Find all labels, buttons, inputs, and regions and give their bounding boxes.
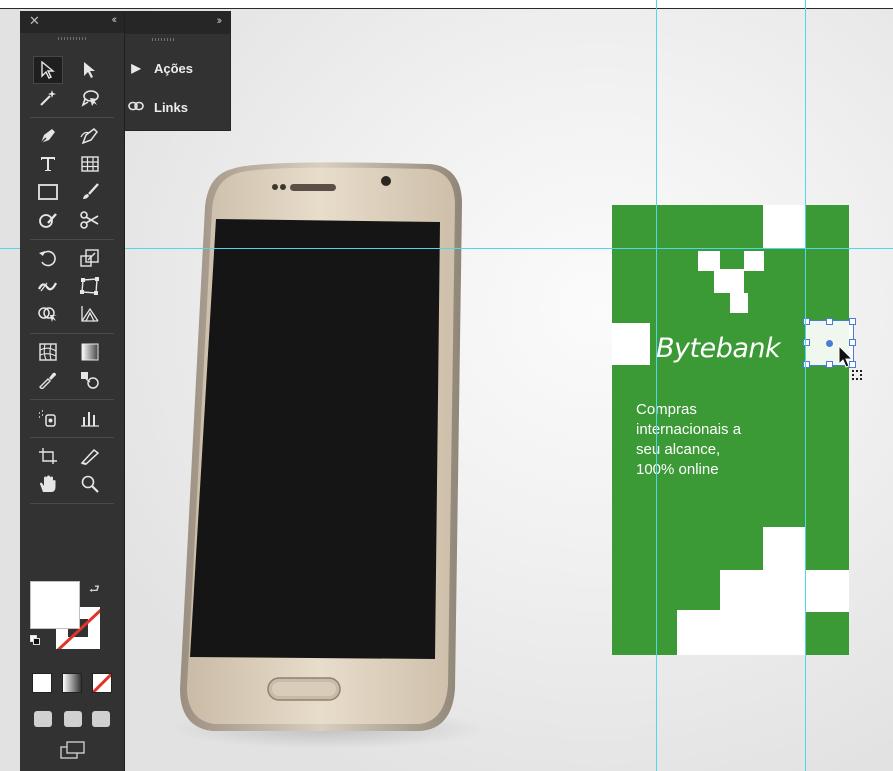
default-colors-icon[interactable]	[30, 635, 40, 645]
actions-links-panel: ›› ▶ Ações Links	[123, 11, 231, 131]
separator	[30, 437, 114, 438]
tools-panel-header[interactable]: ✕ ‹‹	[20, 11, 124, 33]
resize-handle[interactable]	[849, 318, 856, 325]
separator	[30, 503, 114, 504]
type-tool-icon[interactable]	[34, 151, 62, 177]
panel-grip[interactable]	[152, 38, 174, 41]
width-tool-icon[interactable]	[34, 273, 62, 299]
panel-item-actions[interactable]: ▶ Ações	[124, 53, 230, 83]
collapse-panel-icon[interactable]: ‹‹	[112, 14, 118, 26]
logo-mark	[714, 269, 744, 293]
scissors-tool-icon[interactable]	[76, 207, 104, 233]
horizontal-guide[interactable]	[0, 248, 893, 249]
panel-header[interactable]: ››	[124, 12, 230, 41]
symbol-sprayer-tool-icon[interactable]	[34, 405, 62, 431]
swap-fill-stroke-icon[interactable]: ⮐	[89, 580, 100, 601]
draw-inside-icon[interactable]	[92, 711, 110, 727]
gradient-mode-button[interactable]	[62, 673, 82, 693]
rectangle-tool-icon[interactable]	[34, 179, 62, 205]
hand-tool-icon[interactable]	[34, 471, 62, 497]
resize-handle[interactable]	[826, 361, 833, 368]
table-grid-tool-icon[interactable]	[76, 151, 104, 177]
separator	[30, 399, 114, 400]
tools-panel: ✕ ‹‹ ⮐	[20, 11, 125, 771]
move-indicator-icon	[852, 370, 862, 380]
artboard-tool-icon[interactable]	[34, 443, 62, 469]
separator	[30, 239, 114, 240]
pixel-block	[806, 570, 849, 612]
free-transform-tool-icon[interactable]	[76, 273, 104, 299]
selection-tool-icon[interactable]	[33, 56, 63, 84]
curvature-tool-icon[interactable]	[76, 123, 104, 149]
play-triangle-icon: ▶	[131, 61, 141, 75]
tagline-line: seu alcance,	[636, 441, 721, 458]
zoom-tool-icon[interactable]	[76, 471, 104, 497]
pixel-block	[612, 323, 650, 365]
center-point	[826, 340, 833, 347]
lasso-tool-icon[interactable]	[76, 85, 104, 111]
magic-wand-tool-icon[interactable]	[34, 85, 62, 111]
pixel-block	[720, 570, 763, 655]
tagline: Compras internacionais a seu alcance, 10…	[636, 400, 806, 480]
shape-builder-tool-icon[interactable]	[34, 301, 62, 327]
logo-mark	[730, 293, 748, 313]
shaper-tool-icon[interactable]	[34, 207, 62, 233]
pixel-block	[763, 205, 805, 248]
screen-mode-icon[interactable]	[60, 741, 86, 759]
pen-tool-icon[interactable]	[34, 123, 62, 149]
bytebank-artboard[interactable]: Bytebank Compras internacionais a seu al…	[612, 205, 849, 655]
resize-handle[interactable]	[826, 318, 833, 325]
separator	[30, 333, 114, 334]
none-mode-button[interactable]	[92, 673, 112, 693]
draw-normal-icon[interactable]	[34, 711, 52, 727]
perspective-grid-tool-icon[interactable]	[76, 301, 104, 327]
scale-tool-icon[interactable]	[76, 245, 104, 271]
mesh-tool-icon[interactable]	[34, 339, 62, 365]
tagline-line: Compras	[636, 401, 697, 418]
window-top-bar	[0, 0, 893, 9]
pixel-block	[763, 527, 806, 655]
tagline-line: 100% online	[636, 461, 719, 478]
slice-tool-icon[interactable]	[76, 443, 104, 469]
direct-selection-tool-icon[interactable]	[76, 57, 104, 83]
tagline-line: internacionais a	[636, 421, 742, 438]
pixel-block	[677, 610, 720, 655]
gradient-tool-icon[interactable]	[76, 339, 104, 365]
draw-behind-icon[interactable]	[64, 711, 82, 727]
paintbrush-tool-icon[interactable]	[76, 179, 104, 205]
blend-tool-icon[interactable]	[76, 367, 104, 393]
separator	[30, 117, 114, 118]
brand-name: Bytebank	[656, 333, 781, 364]
column-graph-tool-icon[interactable]	[76, 405, 104, 431]
logo-mark	[698, 251, 720, 271]
rotate-tool-icon[interactable]	[34, 245, 62, 271]
panel-item-links[interactable]: Links	[124, 92, 230, 122]
vertical-guide[interactable]	[656, 0, 657, 771]
link-icon	[126, 100, 146, 114]
fill-swatch[interactable]	[30, 581, 80, 629]
vertical-guide[interactable]	[805, 0, 806, 771]
expand-panel-icon[interactable]: ››	[217, 15, 223, 27]
arrow-cursor-icon	[838, 345, 854, 368]
eyedropper-tool-icon[interactable]	[34, 367, 62, 393]
color-mode-button[interactable]	[32, 673, 52, 693]
logo-mark	[744, 251, 764, 271]
close-icon[interactable]: ✕	[29, 13, 40, 29]
panel-grip[interactable]	[58, 37, 86, 40]
